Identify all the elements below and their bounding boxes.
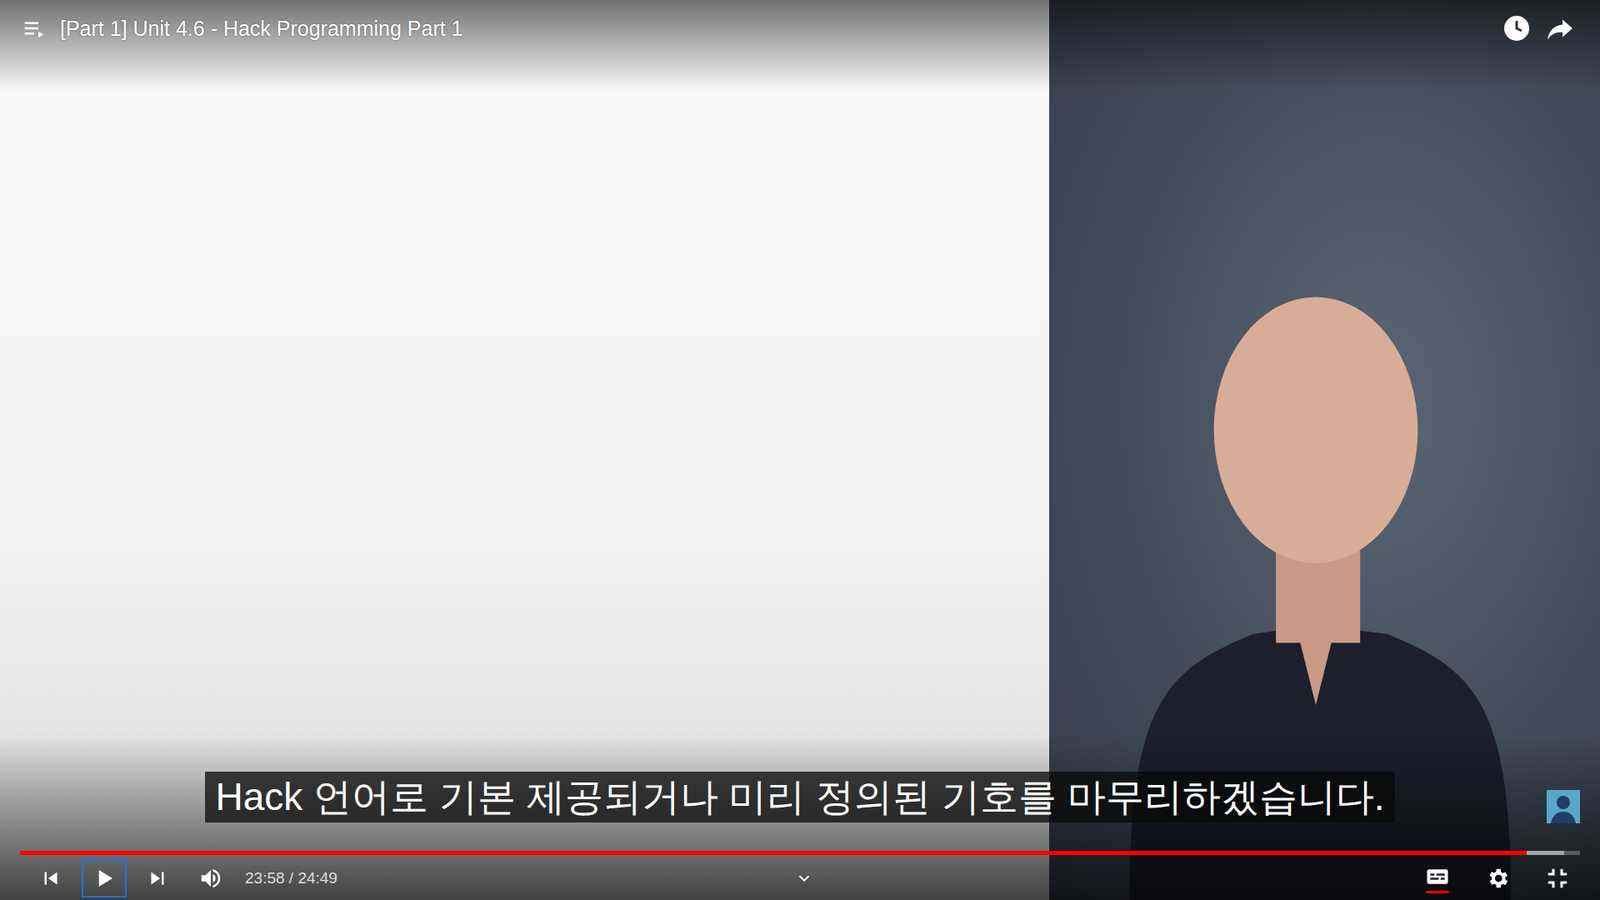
previous-button[interactable] (28, 859, 74, 898)
volume-button[interactable] (188, 859, 234, 898)
settings-button[interactable] (1475, 859, 1520, 898)
subtitles-indicator (1425, 890, 1450, 894)
video-title[interactable]: [Part 1] Unit 4.6 - Hack Programming Par… (60, 16, 464, 41)
played-fill (20, 850, 1527, 855)
caption-area: Hack 언어로 기본 제공되거나 미리 정의된 기호를 마무리하겠습니다. (0, 771, 1600, 823)
top-gradient (0, 0, 1600, 92)
previous-icon (38, 865, 64, 891)
gear-icon (1485, 865, 1510, 891)
play-icon (91, 865, 117, 891)
play-button[interactable] (81, 859, 127, 898)
chevron-down-icon[interactable] (795, 869, 814, 888)
exit-fullscreen-icon (1545, 865, 1570, 891)
playlist-icon[interactable] (21, 15, 47, 41)
share-icon[interactable] (1545, 13, 1575, 44)
next-icon (145, 865, 170, 891)
volume-icon (198, 865, 224, 891)
channel-avatar-icon[interactable] (1546, 790, 1580, 824)
next-button[interactable] (135, 859, 180, 898)
subtitles-icon (1425, 864, 1450, 890)
clock-icon[interactable] (1501, 13, 1532, 44)
top-bar: [Part 1] Unit 4.6 - Hack Programming Par… (0, 0, 1600, 44)
video-player[interactable]: [Part 1] Unit 4.6 - Hack Programming Par… (0, 0, 1600, 900)
caption-text: Hack 언어로 기본 제공되거나 미리 정의된 기호를 마무리하겠습니다. (205, 771, 1395, 823)
progress-bar[interactable] (20, 850, 1580, 855)
time-display: 23:58 / 24:49 (245, 869, 338, 888)
subtitles-button[interactable] (1415, 857, 1460, 900)
exit-fullscreen-button[interactable] (1535, 859, 1580, 898)
controls-bar: 23:58 / 24:49 (0, 856, 1600, 900)
